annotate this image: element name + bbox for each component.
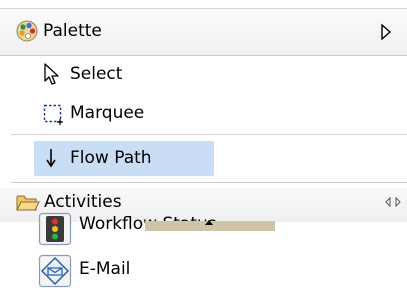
palette-header[interactable]: Palette	[0, 8, 407, 56]
entry-email[interactable]: E-Mail	[0, 254, 407, 290]
folder-open-icon	[16, 195, 40, 211]
tool-label: Select	[70, 64, 123, 84]
tool-label: Marquee	[70, 103, 145, 123]
tool-flow-path[interactable]: Flow Path	[0, 141, 407, 176]
palette-icon	[16, 20, 38, 42]
drawer-label: Activities	[44, 192, 122, 212]
caret-up-icon	[205, 220, 213, 225]
tool-marquee[interactable]: Marquee	[0, 96, 407, 130]
palette-view: Palette Select Marquee Flow Path Activit…	[0, 0, 407, 290]
email-icon	[38, 254, 72, 288]
arrow-cursor-icon	[44, 63, 59, 85]
palette-title: Palette	[43, 21, 102, 41]
tool-select[interactable]: Select	[0, 57, 407, 91]
collapse-arrow-icon[interactable]	[379, 22, 393, 42]
down-arrow-icon	[46, 149, 56, 168]
separator	[11, 134, 407, 135]
marquee-icon	[43, 104, 63, 125]
separator	[11, 182, 407, 183]
drag-feedback-bar	[145, 220, 275, 231]
entry-label: E-Mail	[79, 259, 131, 279]
traffic-light-icon	[38, 212, 72, 246]
tool-label: Flow Path	[70, 148, 152, 168]
resize-arrows-icon[interactable]	[384, 194, 402, 210]
